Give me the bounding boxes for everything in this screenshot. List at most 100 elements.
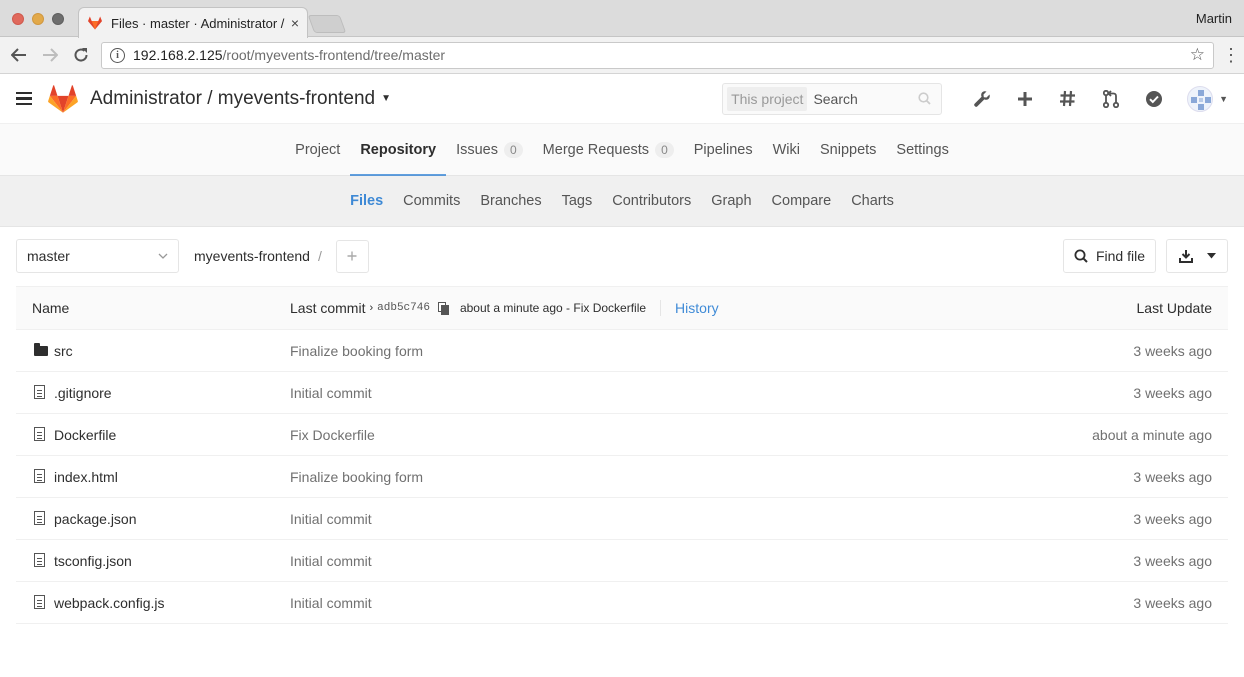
branch-select[interactable]: master <box>16 239 179 273</box>
window-minimize-button[interactable] <box>32 13 44 25</box>
commit-message-link[interactable]: Initial commit <box>290 511 1133 527</box>
gitlab-favicon-icon <box>88 16 102 30</box>
file-icon <box>34 595 48 610</box>
find-file-button[interactable]: Find file <box>1062 239 1156 273</box>
file-name-link[interactable]: tsconfig.json <box>54 553 132 569</box>
window-close-button[interactable] <box>12 13 24 25</box>
file-name-link[interactable]: .gitignore <box>54 385 112 401</box>
todo-check-icon[interactable] <box>1132 90 1175 108</box>
gitlab-tanuki-icon[interactable] <box>48 84 78 113</box>
history-link[interactable]: History <box>675 300 719 316</box>
tab-pipelines[interactable]: Pipelines <box>684 124 763 175</box>
subnav-tags[interactable]: Tags <box>552 193 603 209</box>
last-commit-description[interactable]: about a minute ago - Fix Dockerfile <box>460 301 646 315</box>
tab-snippets[interactable]: Snippets <box>810 124 886 175</box>
subnav-charts[interactable]: Charts <box>841 193 904 209</box>
tab-label: Settings <box>896 141 949 158</box>
user-menu-chevron-down-icon: ▼ <box>1219 93 1228 104</box>
project-chevron-down-icon[interactable]: ▼ <box>381 93 391 104</box>
subnav-compare[interactable]: Compare <box>762 193 842 209</box>
add-to-tree-button[interactable] <box>335 239 369 273</box>
commit-message-link[interactable]: Finalize booking form <box>290 469 1133 485</box>
tab-label: Merge Requests <box>542 141 650 158</box>
subnav-graph[interactable]: Graph <box>701 193 761 209</box>
back-arrow-icon[interactable] <box>8 44 30 66</box>
commit-message-link[interactable]: Initial commit <box>290 595 1133 611</box>
reload-icon[interactable] <box>70 44 92 66</box>
subnav-files[interactable]: Files <box>340 193 393 209</box>
commit-message-link[interactable]: Fix Dockerfile <box>290 427 1092 443</box>
last-commit-header: Last commit › adb5c746 about a minute ag… <box>290 300 1137 316</box>
commit-message-link[interactable]: Initial commit <box>290 553 1133 569</box>
tab-label: Issues <box>456 141 498 158</box>
file-name-cell: Dockerfile <box>32 427 290 443</box>
tab-repository[interactable]: Repository <box>350 124 446 176</box>
file-name-link[interactable]: package.json <box>54 511 137 527</box>
merge-request-icon[interactable] <box>1089 89 1132 108</box>
commit-sha-link[interactable]: adb5c746 <box>377 302 430 314</box>
search-input[interactable]: This project Search <box>722 82 943 115</box>
add-plus-icon <box>347 251 357 261</box>
file-name-cell: webpack.config.js <box>32 595 290 611</box>
file-icon <box>34 469 48 484</box>
last-update-time: 3 weeks ago <box>1133 510 1212 527</box>
browser-profile-name[interactable]: Martin <box>1196 11 1232 26</box>
table-header: Name Last commit › adb5c746 about a minu… <box>16 287 1228 330</box>
forward-arrow-icon[interactable] <box>39 44 61 66</box>
repository-sub-nav: Files Commits Branches Tags Contributors Grap… <box>0 176 1244 227</box>
tab-close-icon[interactable]: × <box>291 15 299 31</box>
file-name-cell: tsconfig.json <box>32 553 290 569</box>
window-maximize-button[interactable] <box>52 13 64 25</box>
commit-message-link[interactable]: Finalize booking form <box>290 343 1133 359</box>
tab-issues[interactable]: Issues 0 <box>446 124 533 175</box>
url-host: 192.168.2.125 <box>133 47 223 63</box>
file-icon <box>34 553 48 568</box>
search-scope-badge[interactable]: This project <box>727 86 808 111</box>
breadcrumb-project-link[interactable]: myevents-frontend <box>194 248 310 264</box>
subnav-branches[interactable]: Branches <box>470 193 551 209</box>
file-name-link[interactable]: webpack.config.js <box>54 595 165 611</box>
project-title[interactable]: Administrator / myevents-frontend ▼ <box>90 88 391 110</box>
plus-icon[interactable] <box>1003 91 1046 107</box>
column-header-last-commit: Last commit <box>290 300 366 316</box>
table-row: .gitignore Initial commit 3 weeks ago <box>16 372 1228 414</box>
table-row: package.json Initial commit 3 weeks ago <box>16 498 1228 540</box>
subnav-contributors[interactable]: Contributors <box>602 193 701 209</box>
table-row: src Finalize booking form 3 weeks ago <box>16 330 1228 372</box>
chevron-down-icon <box>1206 253 1216 259</box>
file-name-cell: index.html <box>32 469 290 485</box>
bookmark-star-icon[interactable]: ☆ <box>1190 45 1205 65</box>
download-button[interactable] <box>1166 239 1228 273</box>
tab-wiki[interactable]: Wiki <box>763 124 810 175</box>
new-tab-button[interactable] <box>307 15 347 33</box>
site-info-icon[interactable]: i <box>110 47 125 63</box>
table-body: src Finalize booking form 3 weeks ago .giti… <box>16 330 1228 624</box>
user-menu[interactable]: ▼ <box>1187 85 1228 112</box>
file-name-cell: package.json <box>32 511 290 527</box>
browser-tab[interactable]: Files · master · Administrator / myevent… <box>78 7 308 38</box>
tab-merge-requests[interactable]: Merge Requests 0 <box>533 124 684 175</box>
file-name-link[interactable]: Dockerfile <box>54 427 116 443</box>
address-bar[interactable]: i 192.168.2.125/root/myevents-frontend/t… <box>101 41 1214 69</box>
url-text[interactable]: 192.168.2.125/root/myevents-frontend/tre… <box>133 47 1190 63</box>
commit-message-link[interactable]: Initial commit <box>290 385 1133 401</box>
last-update-time: about a minute ago <box>1092 426 1212 443</box>
count-badge: 0 <box>503 141 523 158</box>
file-icon <box>34 427 48 442</box>
tab-label: Repository <box>360 141 437 158</box>
column-header-name: Name <box>32 300 70 316</box>
hamburger-menu-icon[interactable] <box>16 89 32 109</box>
hash-icon[interactable] <box>1046 90 1089 107</box>
branch-select-value: master <box>27 248 70 264</box>
wrench-icon[interactable] <box>960 90 1003 108</box>
divider <box>660 300 662 316</box>
copy-sha-icon[interactable] <box>437 301 450 315</box>
file-name-link[interactable]: src <box>54 343 73 359</box>
url-path: /root/myevents-frontend/tree/master <box>222 47 446 63</box>
file-name-link[interactable]: index.html <box>54 469 118 485</box>
browser-menu-icon[interactable]: ⋮ <box>1222 45 1240 66</box>
tab-label: Wiki <box>772 141 800 158</box>
subnav-commits[interactable]: Commits <box>393 193 470 209</box>
tab-project[interactable]: Project <box>285 124 350 175</box>
tab-settings[interactable]: Settings <box>886 124 958 175</box>
